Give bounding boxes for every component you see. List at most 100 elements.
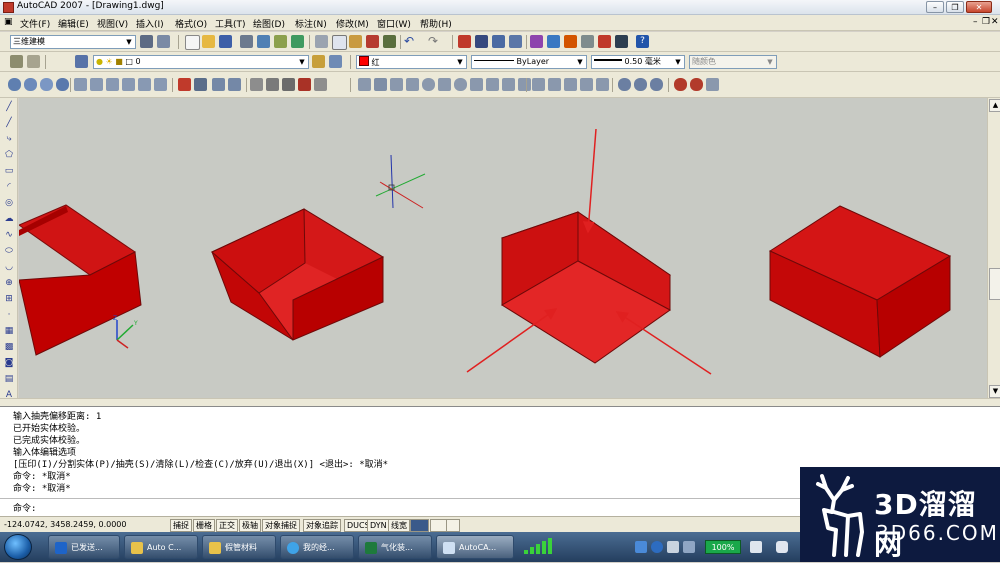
view-top-icon[interactable]	[74, 78, 87, 91]
3d-orbit-icon[interactable]	[8, 78, 21, 91]
menu-dimension[interactable]: 标注(N)	[295, 17, 327, 30]
presspull-icon[interactable]	[532, 78, 545, 91]
copy-icon[interactable]	[332, 35, 347, 50]
battery-indicator[interactable]: 100%	[705, 540, 741, 554]
doc-minimize-button[interactable]: –	[973, 17, 978, 27]
tray-shield-icon[interactable]	[776, 541, 788, 553]
2d-wireframe-icon[interactable]	[250, 78, 263, 91]
view-front-icon[interactable]	[138, 78, 151, 91]
camera-icon[interactable]	[56, 78, 69, 91]
tray-power-icon[interactable]	[750, 541, 762, 553]
minimize-button[interactable]: –	[926, 1, 944, 13]
3d-align-icon[interactable]	[706, 78, 719, 91]
slice-icon[interactable]	[596, 78, 609, 91]
planar-surface-icon[interactable]	[502, 78, 515, 91]
snap-toggle[interactable]: 捕捉	[170, 519, 192, 532]
nw-isometric-icon[interactable]	[228, 78, 241, 91]
zoom-previous-icon[interactable]	[509, 35, 522, 48]
construction-line-icon[interactable]: ╱	[3, 118, 15, 129]
region-icon[interactable]: ◙	[3, 358, 15, 369]
revision-cloud-icon[interactable]: ☁	[3, 214, 15, 225]
shelled-box-3[interactable]	[500, 211, 672, 364]
revolve-icon[interactable]	[564, 78, 577, 91]
shelled-box-2[interactable]	[210, 208, 385, 341]
realistic-icon[interactable]	[298, 78, 311, 91]
helix-icon[interactable]	[486, 78, 499, 91]
polysolid-icon[interactable]	[358, 78, 371, 91]
scroll-down-icon[interactable]: ▼	[989, 385, 1000, 398]
intersect-icon[interactable]	[650, 78, 663, 91]
match-properties-icon[interactable]	[366, 35, 379, 48]
new-icon[interactable]	[185, 35, 200, 50]
otrack-toggle[interactable]: 对象追踪	[303, 519, 341, 532]
taskbar-item-autocad[interactable]: AutoCA...	[436, 535, 514, 559]
3d-move-icon[interactable]	[674, 78, 687, 91]
3d-wireframe-icon[interactable]	[266, 78, 279, 91]
line-icon[interactable]: ╱	[3, 102, 15, 113]
view-right-icon[interactable]	[122, 78, 135, 91]
hatch-icon[interactable]: ▦	[3, 326, 15, 337]
shelled-box-1[interactable]	[19, 204, 142, 356]
3d-dwf-icon[interactable]	[291, 35, 304, 48]
tray-network-icon[interactable]	[683, 541, 695, 553]
scroll-thumb[interactable]	[989, 268, 1000, 300]
taskbar-item-outlook[interactable]: 已发送...	[48, 535, 120, 559]
cylinder-icon[interactable]	[438, 78, 451, 91]
se-isometric-icon[interactable]	[194, 78, 207, 91]
tray-app-icon[interactable]	[667, 541, 679, 553]
start-button[interactable]	[4, 534, 32, 560]
conceptual-icon[interactable]	[314, 78, 327, 91]
polygon-icon[interactable]: ⬠	[3, 150, 15, 161]
doc-restore-button[interactable]: ❐	[982, 17, 990, 27]
layer-state-icon[interactable]	[27, 55, 40, 68]
menu-insert[interactable]: 插入(I)	[136, 17, 164, 30]
model-space-icon[interactable]	[410, 519, 429, 532]
sphere-icon[interactable]	[422, 78, 435, 91]
loft-icon[interactable]	[580, 78, 593, 91]
continuous-orbit-icon[interactable]	[40, 78, 53, 91]
autocad-app-icon[interactable]	[3, 2, 14, 13]
menu-draw[interactable]: 绘图(D)	[253, 17, 285, 30]
vertical-scrollbar[interactable]: ▲ ▼	[987, 98, 1000, 398]
taskbar-item-folder-materials[interactable]: 假管材料	[202, 535, 276, 559]
layers-icon[interactable]	[75, 55, 88, 68]
paste-icon[interactable]	[349, 35, 362, 48]
3d-rotate-icon[interactable]	[690, 78, 703, 91]
tray-keyboard-icon[interactable]	[635, 541, 647, 553]
model-space-canvas[interactable]: Z Y	[19, 98, 987, 398]
menu-icon[interactable]: ▣	[4, 17, 13, 27]
menu-help[interactable]: 帮助(H)	[420, 17, 452, 30]
grid-toggle[interactable]: 栅格	[193, 519, 215, 532]
point-icon[interactable]: ·	[3, 310, 15, 321]
view-bottom-icon[interactable]	[90, 78, 103, 91]
union-icon[interactable]	[618, 78, 631, 91]
wedge-icon[interactable]	[390, 78, 403, 91]
calculator-icon[interactable]	[615, 35, 628, 48]
menu-tools[interactable]: 工具(T)	[215, 17, 246, 30]
restore-button[interactable]: ❐	[946, 1, 964, 13]
view-back-icon[interactable]	[154, 78, 167, 91]
doc-close-button[interactable]: ✕	[991, 17, 999, 27]
polyline-icon[interactable]: ⤷	[3, 134, 15, 145]
block-editor-icon[interactable]	[383, 35, 396, 48]
cone-icon[interactable]	[406, 78, 419, 91]
menu-file[interactable]: 文件(F)	[20, 17, 50, 30]
box-icon[interactable]	[374, 78, 387, 91]
undo-icon[interactable]: ↶	[404, 35, 417, 48]
print-icon[interactable]	[240, 35, 253, 48]
arc-icon[interactable]: ◜	[3, 182, 15, 193]
extrude-icon[interactable]	[518, 78, 531, 91]
status-menu-icon[interactable]	[446, 519, 460, 532]
make-object-layer-current-icon[interactable]	[312, 55, 325, 68]
publish-icon[interactable]	[274, 35, 287, 48]
hidden-icon[interactable]	[282, 78, 295, 91]
gradient-icon[interactable]: ▩	[3, 342, 15, 353]
make-block-icon[interactable]: ⊞	[3, 294, 15, 305]
subtract-icon[interactable]	[634, 78, 647, 91]
taskbar-item-excel[interactable]: 气化装...	[358, 535, 432, 559]
sweep-icon[interactable]	[548, 78, 561, 91]
print-preview-icon[interactable]	[257, 35, 270, 48]
pyramid-icon[interactable]	[470, 78, 483, 91]
spline-icon[interactable]: ∿	[3, 230, 15, 241]
zoom-window-icon[interactable]	[492, 35, 505, 48]
